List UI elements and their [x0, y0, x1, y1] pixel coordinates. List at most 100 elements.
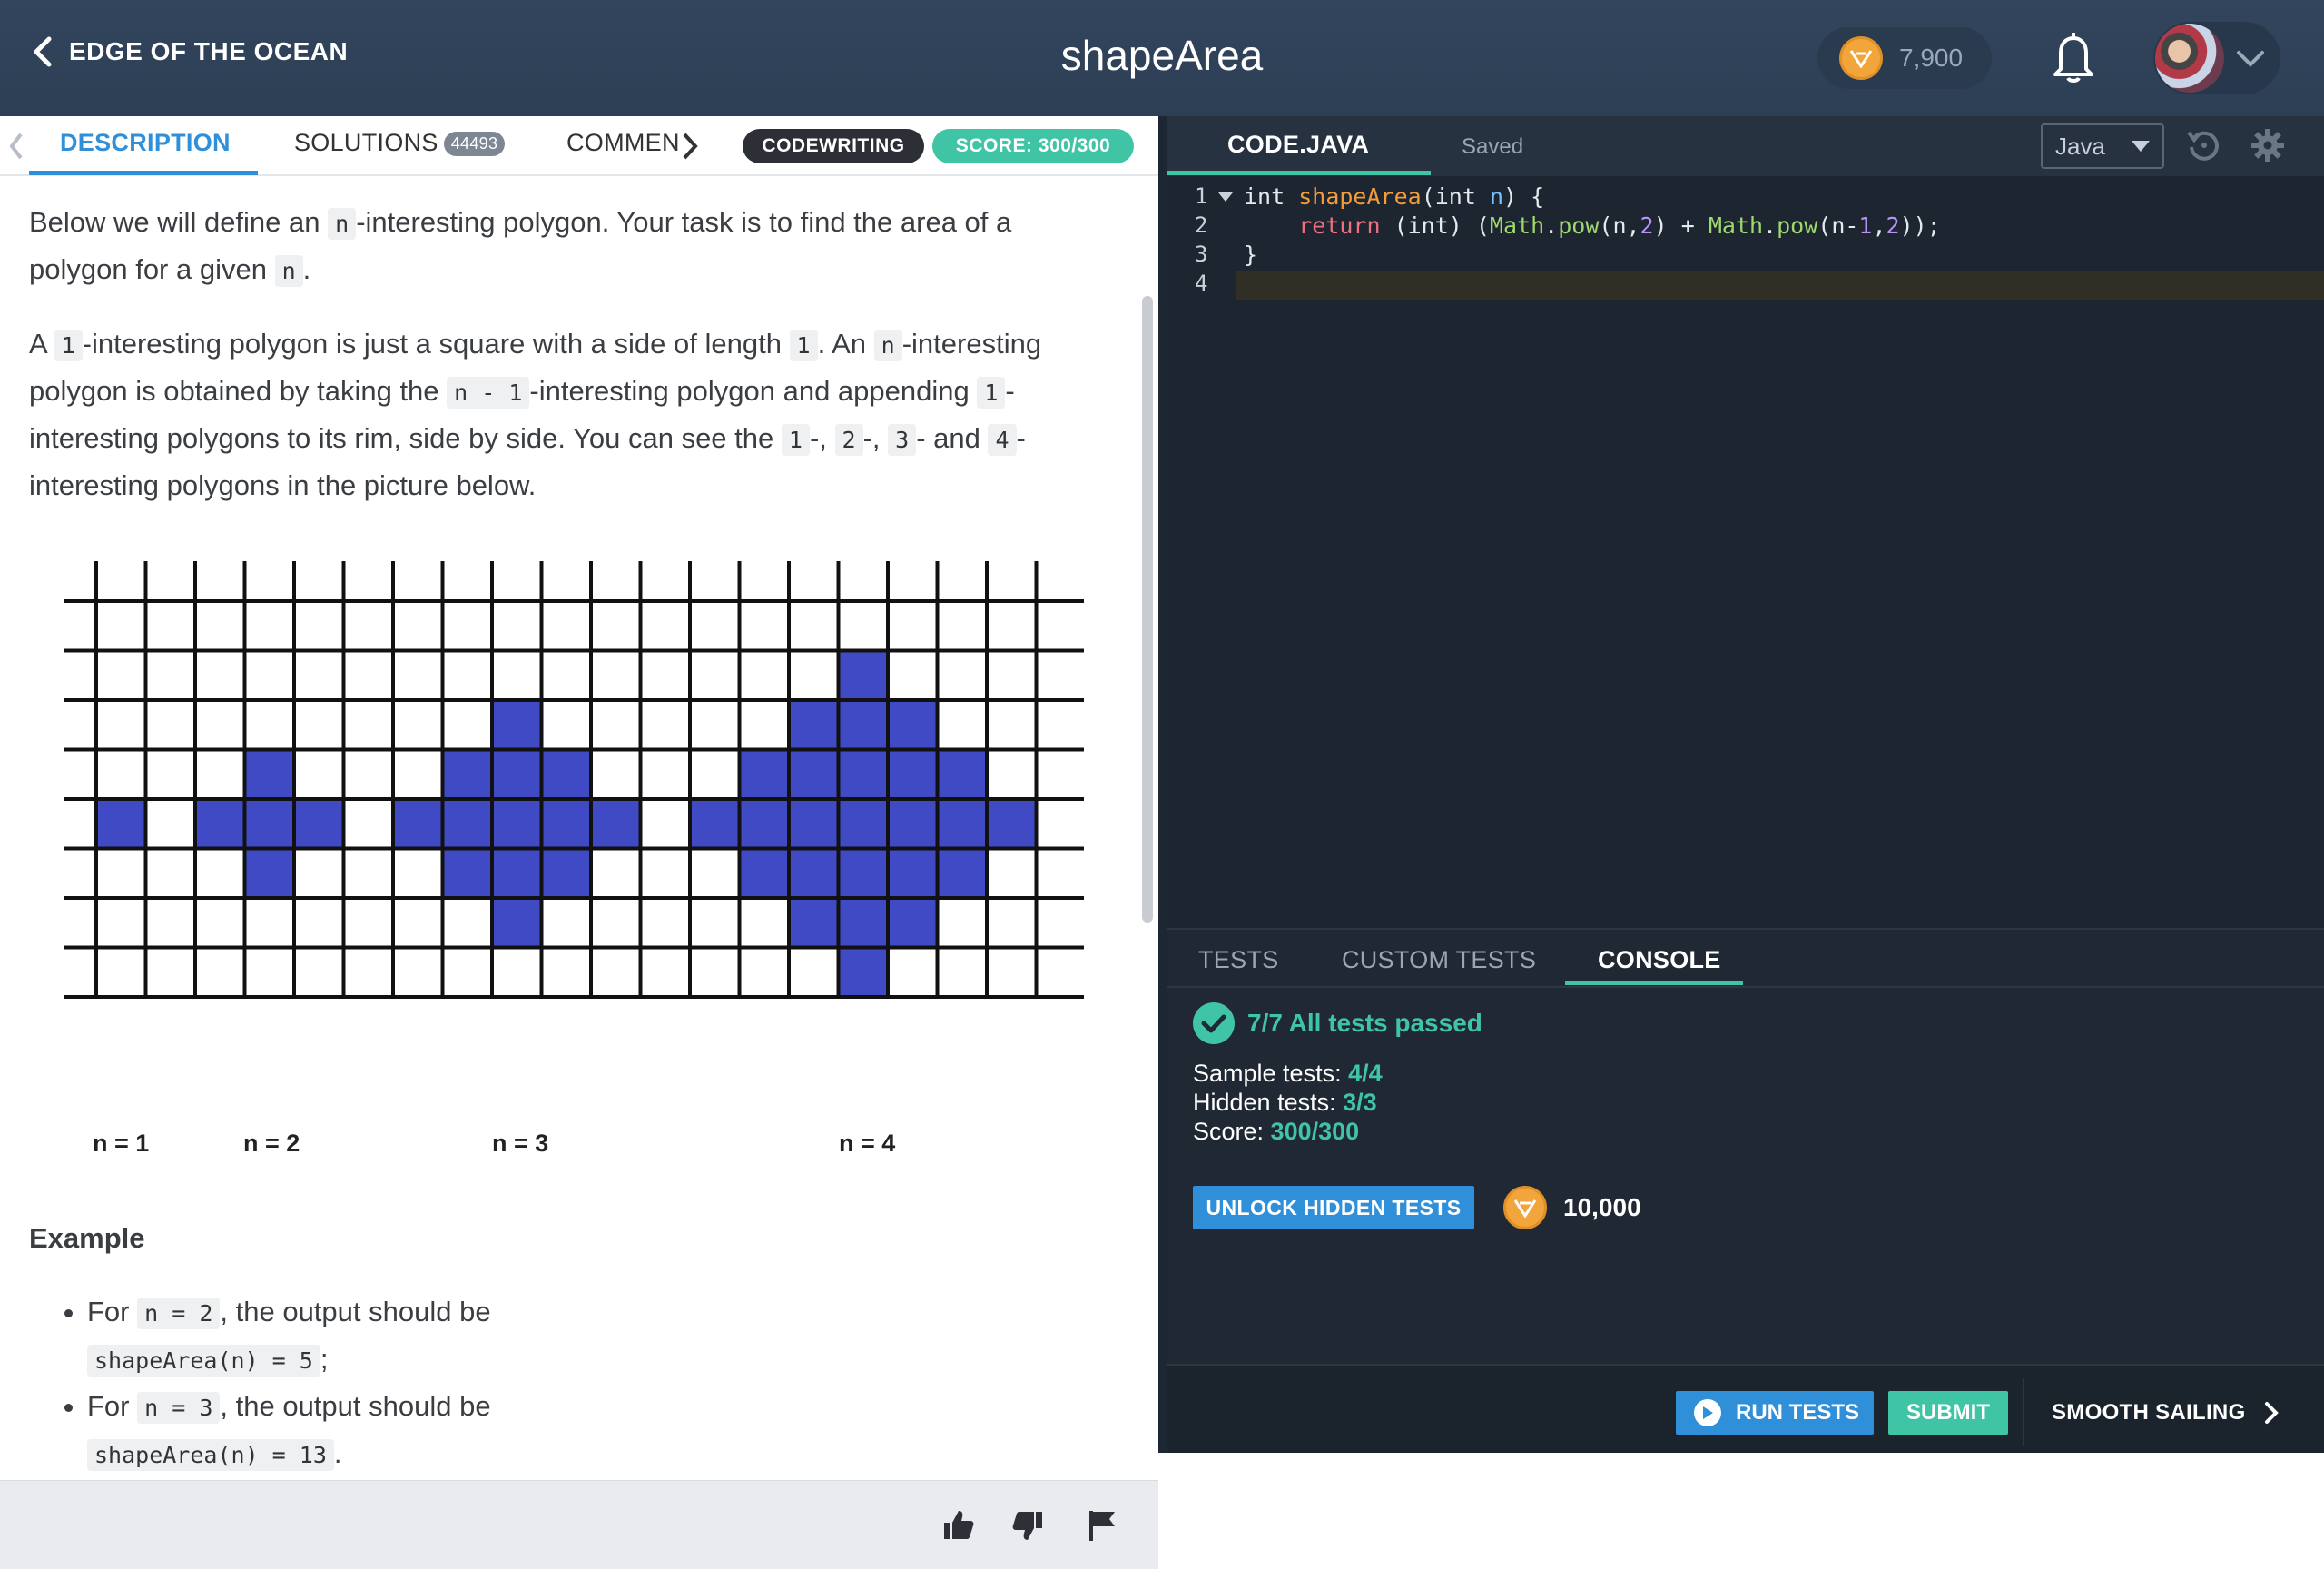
polygon-cell: [195, 799, 245, 849]
next-task-label: SMOOTH SAILING: [2052, 1400, 2246, 1425]
language-select[interactable]: Java: [2041, 123, 2164, 169]
thumbs-down-icon[interactable]: [1011, 1508, 1046, 1543]
code-token: (n,: [1599, 212, 1640, 239]
feedback-bar: [0, 1480, 1158, 1569]
figure-label: n = 4: [839, 1130, 896, 1157]
tab-custom-tests[interactable]: CUSTOM TESTS: [1342, 946, 1536, 974]
caret-down-icon: [2132, 141, 2150, 152]
polygon-cell: [838, 650, 888, 700]
divider: [2023, 1378, 2024, 1446]
tab-comments[interactable]: COMMEN: [566, 129, 680, 157]
code-token: ,: [1872, 212, 1886, 239]
line-number: 1: [1195, 183, 1208, 209]
polygon-cell: [492, 898, 542, 948]
code-token: Math: [1708, 212, 1764, 239]
chevron-down-icon[interactable]: [2235, 45, 2266, 71]
code-token: .: [1763, 212, 1777, 239]
code-token: (int) (: [1380, 212, 1490, 239]
polygon-cell: [442, 749, 492, 799]
unlock-hidden-tests-button[interactable]: UNLOCK HIDDEN TESTS: [1193, 1186, 1474, 1229]
code-token: shapeArea: [1298, 183, 1422, 210]
polygon-cell: [838, 799, 888, 849]
polygon-grid-figure: [64, 561, 1084, 999]
line-number: 4: [1195, 271, 1208, 296]
figure-label: n = 2: [243, 1130, 300, 1157]
polygon-cell: [492, 700, 542, 750]
text: -,: [809, 422, 835, 454]
polygon-cell: [739, 749, 789, 799]
code-token: ) +: [1653, 212, 1709, 239]
figure-label: n = 3: [492, 1130, 549, 1157]
gear-icon[interactable]: [2250, 127, 2286, 163]
submit-button[interactable]: SUBMIT: [1888, 1391, 2008, 1435]
polygon-cell: [541, 848, 591, 898]
code-line: return (int) (Math.pow(n,2) + Math.pow(n…: [1244, 212, 1941, 239]
polygon-cell: [888, 799, 938, 849]
description-scrollbar[interactable]: [1142, 296, 1153, 923]
polygon-cell: [393, 799, 443, 849]
chevron-left-icon[interactable]: [7, 131, 25, 162]
top-bar: EDGE OF THE OCEAN shapeArea 7,900: [0, 0, 2324, 116]
active-tab-indicator: [1565, 981, 1743, 985]
tab-console[interactable]: CONSOLE: [1598, 946, 1721, 974]
text: ;: [320, 1343, 329, 1375]
description-pane: DESCRIPTION SOLUTIONS 44493 COMMEN CODEWR…: [0, 116, 1158, 1569]
text: -interesting polygon and appending: [529, 375, 978, 407]
chevron-right-icon[interactable]: [679, 131, 701, 162]
flag-icon[interactable]: [1086, 1508, 1120, 1543]
coin-icon: [1839, 36, 1883, 80]
polygon-cell: [244, 749, 294, 799]
coin-balance[interactable]: 7,900: [1817, 27, 1992, 89]
solutions-count-badge: 44493: [443, 132, 506, 157]
play-icon: [1694, 1399, 1721, 1426]
code-n: n: [328, 208, 357, 240]
bell-icon[interactable]: [2048, 29, 2099, 85]
code-line: }: [1244, 242, 1257, 268]
line-gutter: 1 2 3 4: [1167, 176, 1233, 928]
code-token: n: [1489, 183, 1504, 210]
code-token: .: [1544, 212, 1559, 239]
code: n - 1: [447, 377, 530, 409]
polygon-cell: [789, 799, 839, 849]
pane-divider[interactable]: [1158, 116, 1167, 1453]
description-paragraph-2: A 1 -interesting polygon is just a square…: [29, 321, 1109, 508]
code-editor[interactable]: 1 2 3 4 int shapeArea(int n) { return (i…: [1167, 176, 2324, 928]
label: Hidden tests:: [1193, 1089, 1344, 1116]
code: n: [873, 330, 902, 361]
thumbs-up-icon[interactable]: [940, 1508, 975, 1543]
code: 3: [888, 424, 917, 456]
polygon-cell: [739, 848, 789, 898]
tab-solutions[interactable]: SOLUTIONS 44493: [294, 129, 506, 157]
polygon-cell: [541, 799, 591, 849]
polygon-cell: [244, 799, 294, 849]
score-row: Score: 300/300: [1193, 1117, 1383, 1146]
text: -interesting polygon is just a square wi…: [82, 328, 790, 360]
value: 3/3: [1343, 1089, 1377, 1116]
code-token: 2: [1640, 212, 1654, 239]
code-input: n = 3: [137, 1392, 221, 1424]
polygon-cell: [838, 947, 888, 997]
next-task-link[interactable]: SMOOTH SAILING: [2052, 1400, 2279, 1426]
code-output: shapeArea(n) = 5: [87, 1345, 320, 1377]
tab-tests[interactable]: TESTS: [1198, 946, 1279, 974]
fold-caret-icon[interactable]: [1218, 192, 1233, 202]
reset-icon[interactable]: [2186, 127, 2222, 163]
code-token: int: [1244, 183, 1299, 210]
list-item: For n = 3, the output should be shapeAre…: [87, 1384, 904, 1478]
code-token: (int: [1421, 183, 1490, 210]
hidden-tests-row: Hidden tests: 3/3: [1193, 1088, 1383, 1117]
run-tests-button[interactable]: RUN TESTS: [1676, 1391, 1874, 1435]
code-input: n = 2: [137, 1298, 221, 1329]
active-tab-indicator: [29, 171, 258, 175]
tab-description[interactable]: DESCRIPTION: [60, 129, 231, 157]
tab-code-file[interactable]: CODE.JAVA: [1227, 131, 1369, 159]
task-description: Below we will define an n -interesting po…: [29, 200, 1109, 536]
sample-tests-row: Sample tests: 4/4: [1193, 1059, 1383, 1088]
avatar[interactable]: [2155, 24, 2224, 93]
code-token: pow: [1558, 212, 1600, 239]
active-tab-indicator: [1167, 171, 1431, 175]
polygon-cell: [690, 799, 740, 849]
polygon-cell: [838, 700, 888, 750]
language-select-value: Java: [2055, 132, 2105, 160]
